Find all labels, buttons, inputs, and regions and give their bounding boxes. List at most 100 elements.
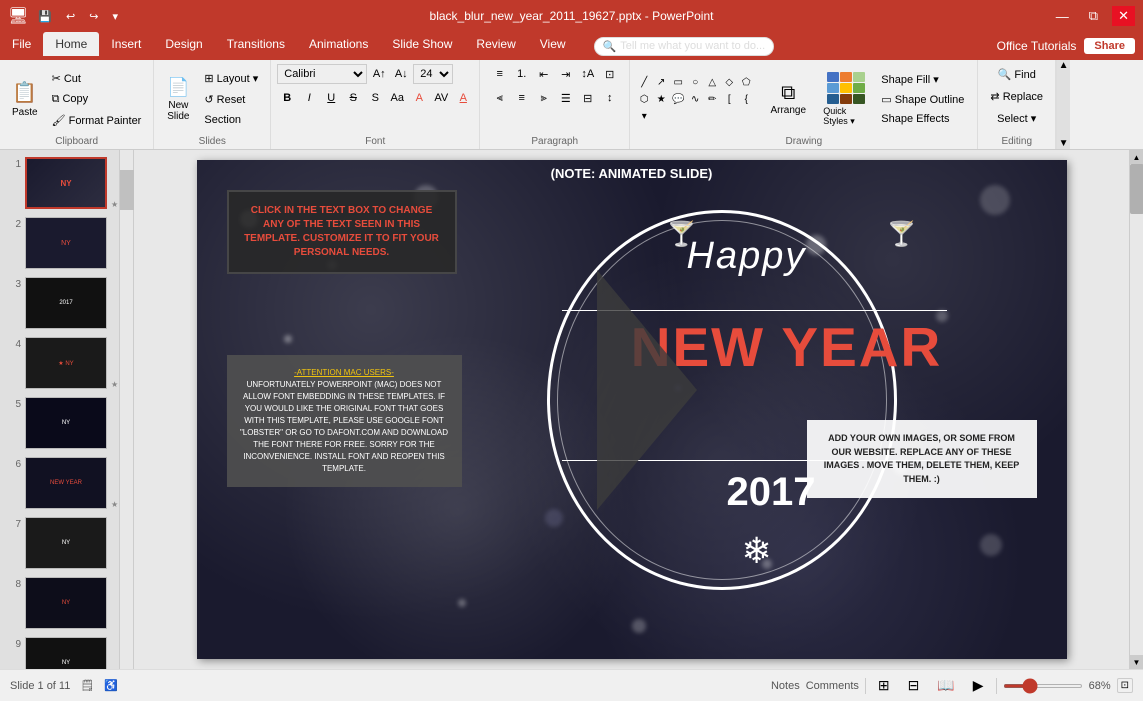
decrease-indent-button[interactable]: ⇤ — [534, 64, 554, 84]
align-center-button[interactable]: ≡ — [512, 88, 532, 108]
shape-fill-button[interactable]: Shape Fill ▾ — [874, 70, 971, 89]
slide-thumb-3[interactable]: 3 2017 — [5, 275, 114, 331]
slide-img-6[interactable]: NEW YEAR — [25, 457, 107, 509]
tab-insert[interactable]: Insert — [99, 32, 153, 56]
font-size-select[interactable]: 24 — [413, 64, 453, 84]
bold-button[interactable]: B — [277, 88, 297, 108]
line-shape[interactable]: ╱ — [636, 74, 652, 90]
section-button[interactable]: Section — [198, 110, 264, 130]
rect-shape[interactable]: ▭ — [670, 74, 686, 90]
slide-thumb-8[interactable]: 8 NY — [5, 575, 114, 631]
slide-canvas[interactable]: (NOTE: ANIMATED SLIDE) Happy 🍸 🍸 NEW YEA… — [197, 160, 1067, 659]
zoom-slider[interactable] — [1003, 684, 1083, 688]
scroll-up-arrow[interactable]: ▲ — [1130, 150, 1143, 164]
tab-slideshow[interactable]: Slide Show — [380, 32, 464, 56]
format-painter-button[interactable]: 🖌 Format Painter — [46, 110, 148, 130]
brace-shape[interactable]: { — [738, 91, 754, 107]
slide-panel-scrollbar[interactable] — [120, 150, 134, 669]
slide-img-5[interactable]: NY — [25, 397, 107, 449]
reading-view-button[interactable]: 📖 — [931, 674, 960, 697]
slide-thumb-9[interactable]: 9 NY — [5, 635, 114, 669]
decrease-font-button[interactable]: A↓ — [391, 64, 411, 84]
diamond-shape[interactable]: ◇ — [721, 74, 737, 90]
oval-shape[interactable]: ○ — [687, 74, 703, 90]
slideshow-view-button[interactable]: ▶ — [967, 674, 990, 697]
curve-shape[interactable]: ∿ — [687, 91, 703, 107]
qat-more-button[interactable]: ▾ — [108, 8, 122, 25]
columns-button[interactable]: ⊟ — [578, 88, 598, 108]
freeform-shape[interactable]: ✏ — [704, 91, 720, 107]
slide-thumb-1[interactable]: 1 NY ★ — [5, 155, 114, 211]
shadow-button[interactable]: S — [365, 88, 385, 108]
slide-thumb-2[interactable]: 2 NY — [5, 215, 114, 271]
slide-thumb-7[interactable]: 7 NY — [5, 515, 114, 571]
scroll-track[interactable] — [1130, 164, 1143, 655]
bracket-shape[interactable]: [ — [721, 91, 737, 107]
tab-view[interactable]: View — [528, 32, 578, 56]
new-slide-button[interactable]: 📄 NewSlide — [160, 71, 196, 127]
share-button[interactable]: Share — [1084, 38, 1135, 54]
minimize-button[interactable]: — — [1050, 7, 1075, 26]
slide-img-2[interactable]: NY — [25, 217, 107, 269]
close-button[interactable]: ✕ — [1112, 6, 1135, 26]
save-button[interactable]: 💾 — [34, 8, 56, 25]
slide-img-7[interactable]: NY — [25, 517, 107, 569]
tab-file[interactable]: File — [0, 32, 43, 56]
gray-info-box[interactable]: -ATTENTION MAC USERS- UNFORTUNATELY POWE… — [227, 355, 462, 487]
italic-button[interactable]: I — [299, 88, 319, 108]
fit-slide-button[interactable]: ⊡ — [1117, 678, 1133, 693]
increase-indent-button[interactable]: ⇥ — [556, 64, 576, 84]
copy-button[interactable]: ⧉ Copy — [46, 89, 148, 109]
char-spacing-button[interactable]: AV — [431, 88, 451, 108]
find-button[interactable]: 🔍 Find — [992, 64, 1042, 84]
tab-animations[interactable]: Animations — [297, 32, 380, 56]
line-spacing-button[interactable]: ↕ — [600, 88, 620, 108]
comments-button[interactable]: Comments — [806, 680, 859, 692]
clear-format-button[interactable]: A — [409, 88, 429, 108]
align-right-button[interactable]: ⫸ — [534, 88, 554, 108]
redo-button[interactable]: ↪ — [85, 8, 102, 25]
convert-smartart-button[interactable]: ⊡ — [600, 64, 620, 84]
tab-transitions[interactable]: Transitions — [215, 32, 297, 56]
restore-button[interactable]: ⧉ — [1083, 6, 1104, 26]
slide-thumb-6[interactable]: 6 NEW YEAR ★ — [5, 455, 114, 511]
justify-button[interactable]: ☰ — [556, 88, 576, 108]
underline-button[interactable]: U — [321, 88, 341, 108]
tab-design[interactable]: Design — [153, 32, 214, 56]
ribbon-scroll-down[interactable]: ▼ — [1057, 138, 1070, 149]
pentagon-shape[interactable]: ⬠ — [738, 74, 754, 90]
numbered-list-button[interactable]: 1. — [512, 64, 532, 84]
font-color-button[interactable]: A — [453, 88, 473, 108]
star-shape[interactable]: ★ — [653, 91, 669, 107]
shape-outline-button[interactable]: ▭ Shape Outline — [874, 90, 971, 109]
office-tutorials-link[interactable]: Office Tutorials — [997, 39, 1077, 53]
ribbon-scroll-up[interactable]: ▲ — [1057, 60, 1070, 71]
replace-button[interactable]: ⇄ Replace — [984, 86, 1049, 106]
scroll-thumb[interactable] — [120, 170, 134, 210]
notes-button[interactable]: Notes — [771, 680, 800, 692]
more-shapes[interactable]: ▾ — [636, 108, 652, 124]
increase-font-button[interactable]: A↑ — [369, 64, 389, 84]
triangle-shape[interactable]: △ — [704, 74, 720, 90]
undo-button[interactable]: ↩ — [62, 8, 79, 25]
slide-sorter-button[interactable]: ⊟ — [902, 674, 926, 697]
slide-img-8[interactable]: NY — [25, 577, 107, 629]
tab-home[interactable]: Home — [43, 32, 99, 56]
arrow-shape[interactable]: ↗ — [653, 74, 669, 90]
slide-img-1[interactable]: NY — [25, 157, 107, 209]
reset-button[interactable]: ↺ Reset — [198, 89, 264, 109]
normal-view-button[interactable]: ⊞ — [872, 674, 896, 697]
cut-button[interactable]: ✂ Cut — [46, 68, 148, 88]
change-case-button[interactable]: Aa — [387, 88, 407, 108]
bullet-button[interactable]: ≡ — [490, 64, 510, 84]
callout-shape[interactable]: 💬 — [670, 91, 686, 107]
paste-button[interactable]: 📋 Paste — [6, 71, 44, 127]
hexagon-shape[interactable]: ⬡ — [636, 91, 652, 107]
slide-thumb-4[interactable]: 4 ★ NY ★ — [5, 335, 114, 391]
slide-img-9[interactable]: NY — [25, 637, 107, 669]
slide-img-4[interactable]: ★ NY — [25, 337, 107, 389]
arrange-button[interactable]: ⧉ Arrange — [758, 71, 818, 127]
tab-review[interactable]: Review — [464, 32, 527, 56]
select-button[interactable]: Select ▾ — [991, 108, 1042, 128]
font-name-select[interactable]: Calibri — [277, 64, 367, 84]
